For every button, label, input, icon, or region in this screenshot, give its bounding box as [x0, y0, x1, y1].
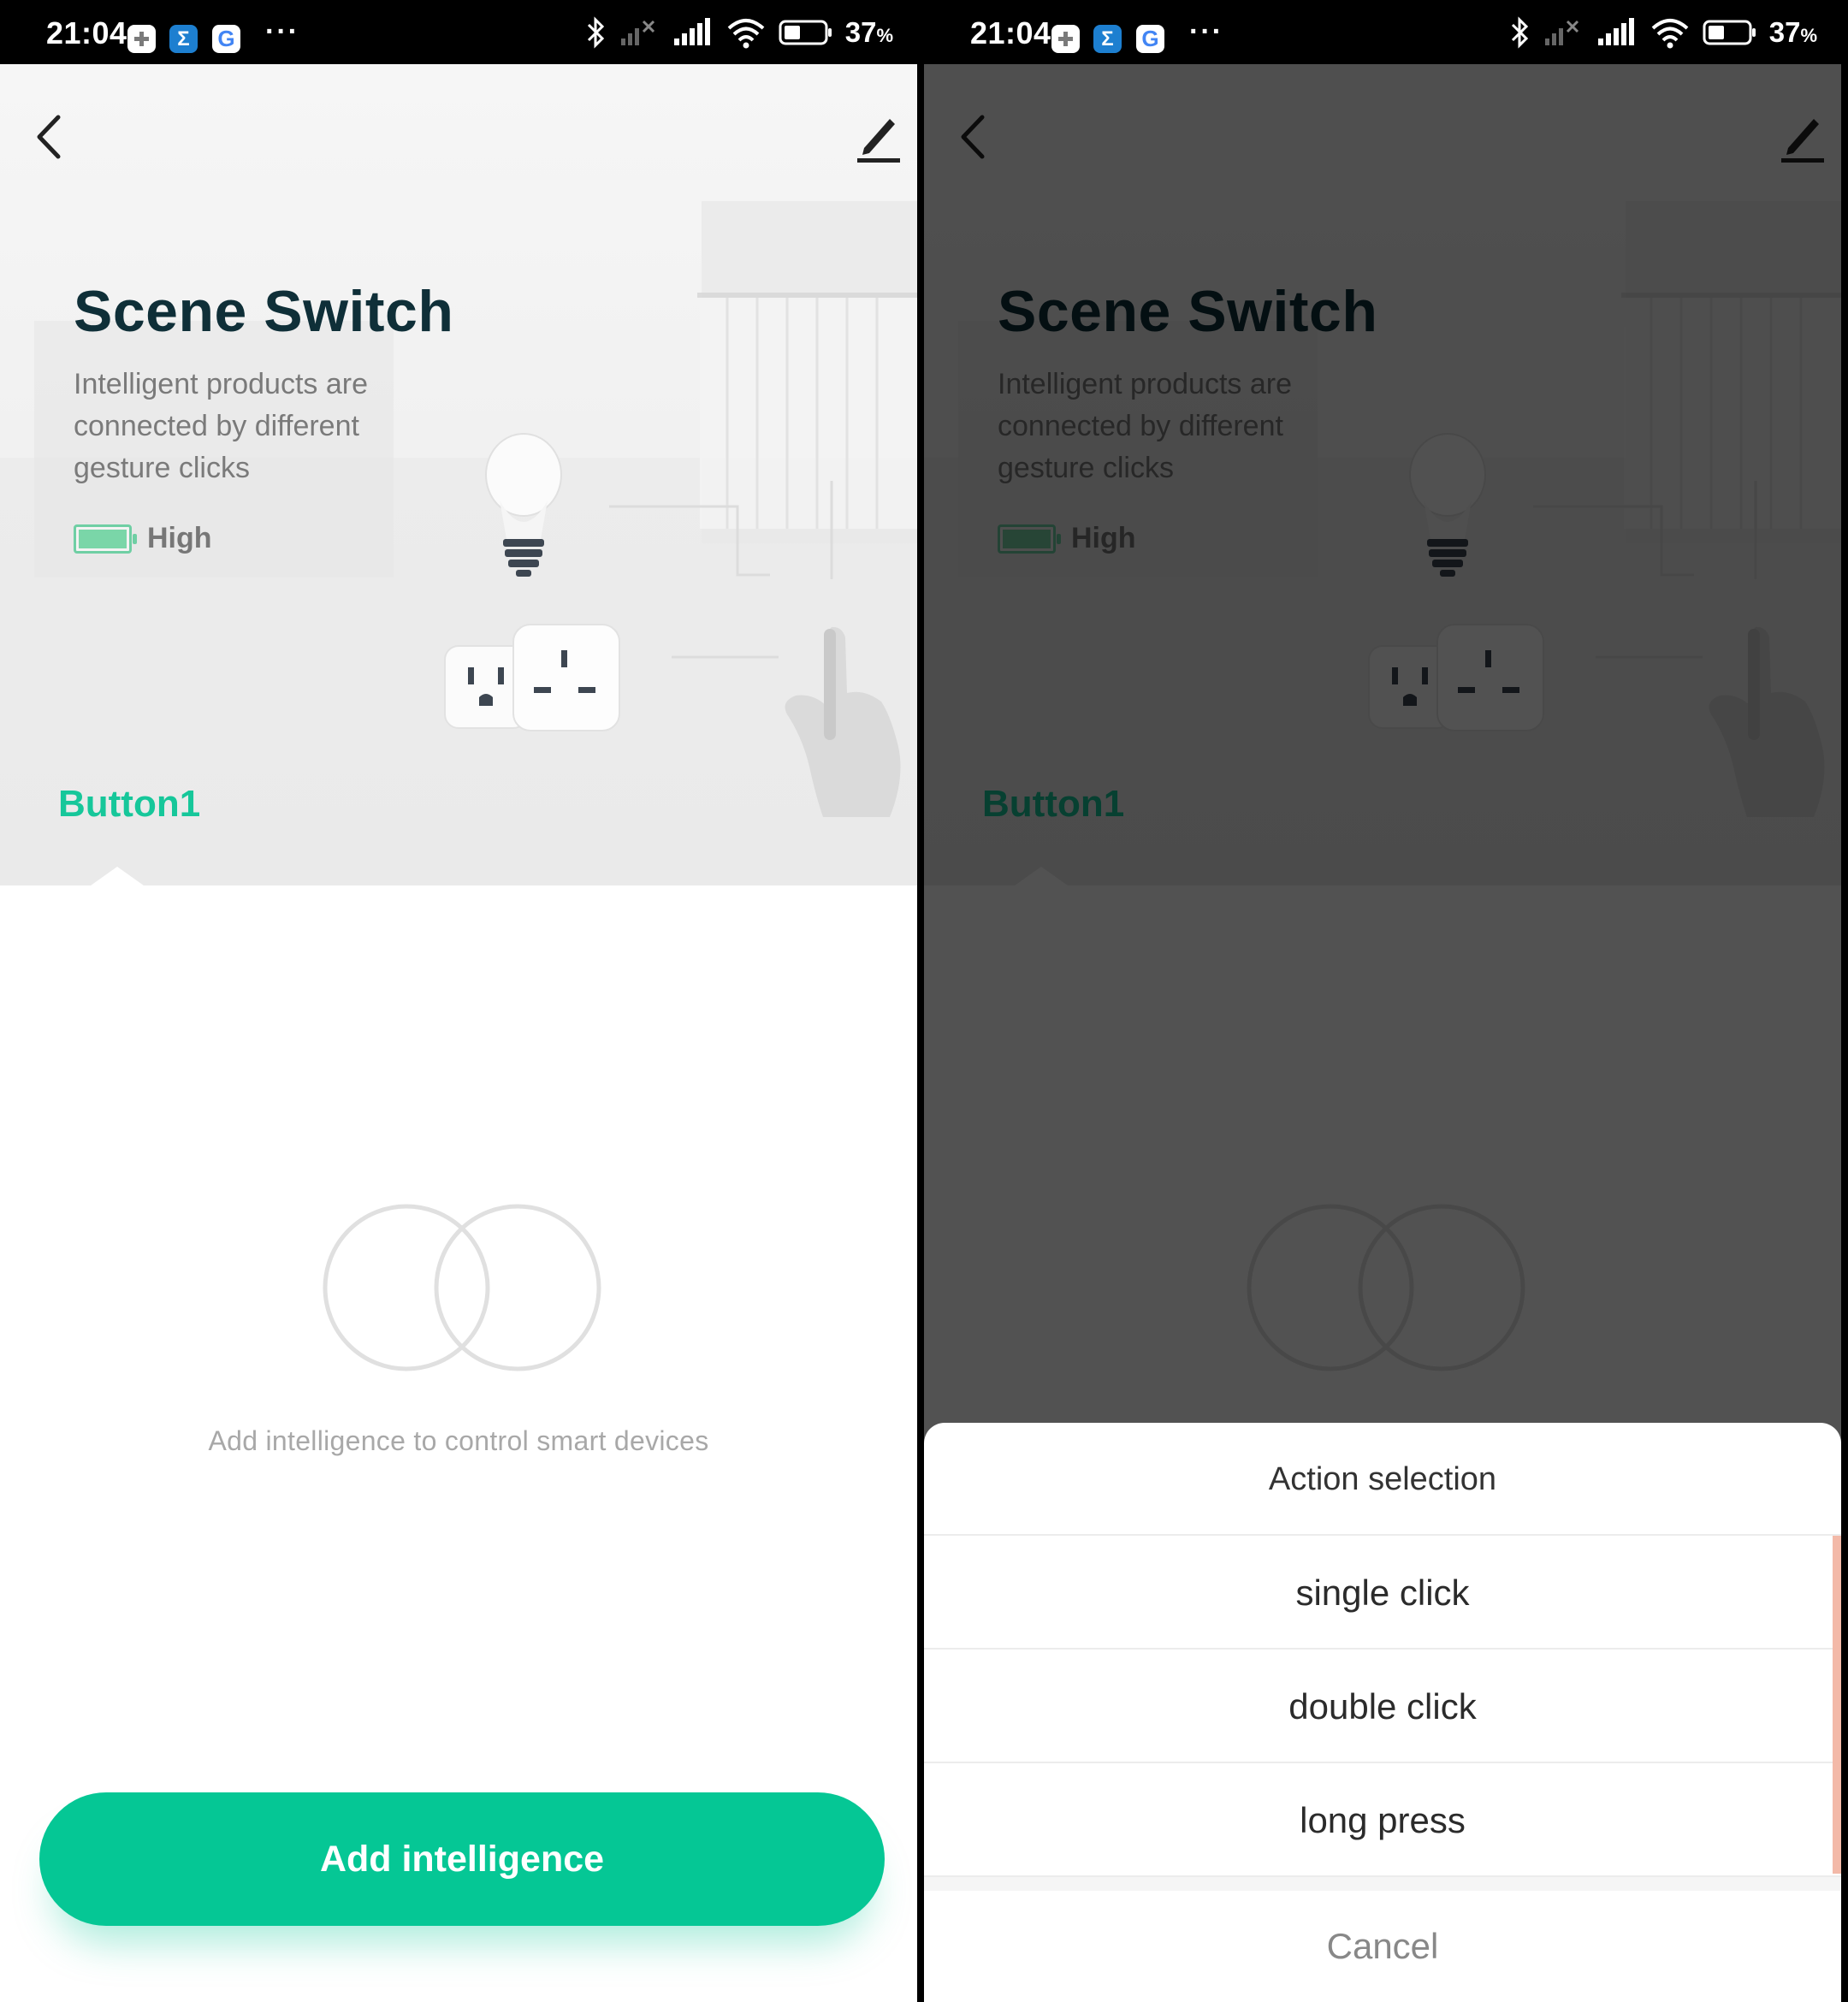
battery-status-icon — [779, 20, 832, 45]
tab-indicator — [79, 867, 156, 894]
status-bar: 21:04 Σ G ··· 37% — [924, 0, 1841, 64]
option-double-click[interactable]: double click — [924, 1650, 1841, 1763]
signal-icon-sim2 — [620, 20, 654, 45]
battery-level: High — [74, 522, 212, 555]
device-hero: Scene Switch Intelligent products are co… — [0, 64, 917, 886]
option-single-click[interactable]: single click — [924, 1536, 1841, 1650]
edit-icon — [857, 119, 900, 163]
panel-divider — [917, 0, 924, 2002]
signal-icon — [1597, 18, 1634, 45]
status-indicators: 37% — [585, 15, 893, 50]
status-time: 21:04 — [970, 15, 1051, 50]
wifi-icon — [1651, 19, 1689, 49]
empty-state-text: Add intelligence to control smart device… — [208, 1425, 709, 1456]
signal-icon — [673, 18, 710, 45]
cancel-button[interactable]: Cancel — [924, 1891, 1841, 2002]
bluetooth-icon — [587, 16, 604, 49]
battery-percent: 37% — [1768, 16, 1817, 48]
battery-icon — [74, 524, 137, 554]
back-button[interactable] — [21, 107, 80, 167]
empty-rings-icon — [323, 1204, 601, 1371]
status-bar: 21:04 Σ G ··· 37% — [0, 0, 917, 64]
device-title: Scene Switch — [74, 279, 454, 344]
sigma-app-icon: Σ — [169, 25, 198, 53]
bluetooth-icon — [1511, 16, 1528, 49]
battery-label: High — [147, 522, 212, 554]
slack-icon — [1051, 25, 1080, 53]
sheet-separator — [924, 1877, 1841, 1891]
curtain-icon — [697, 293, 917, 529]
edit-button[interactable] — [849, 107, 909, 167]
action-sheet-title: Action selection — [924, 1423, 1841, 1536]
google-icon: G — [212, 25, 240, 53]
scroll-indicator — [1833, 1536, 1841, 1874]
status-time: 21:04 — [46, 15, 127, 50]
more-notifications-icon: ··· — [265, 15, 299, 48]
screen-right: 21:04 Σ G ··· 37% Action selection singl… — [924, 0, 1841, 2002]
battery-status-icon — [1703, 20, 1756, 45]
screen-left: 21:04 Σ G ··· 37% Scene Switch Intellige… — [0, 0, 917, 2002]
status-indicators: 37% — [1509, 15, 1817, 50]
back-icon — [37, 115, 61, 159]
slack-icon — [127, 25, 156, 53]
wifi-icon — [727, 19, 765, 49]
google-icon: G — [1136, 25, 1164, 53]
action-sheet: Action selection single click double cli… — [924, 1423, 1841, 2002]
battery-percent: 37% — [844, 16, 893, 48]
option-long-press[interactable]: long press — [924, 1763, 1841, 1877]
add-intelligence-button[interactable]: Add intelligence — [39, 1792, 885, 1926]
button1-tab[interactable]: Button1 — [58, 783, 200, 826]
signal-icon-sim2 — [1544, 20, 1578, 45]
device-subtitle: Intelligent products are connected by di… — [74, 368, 368, 484]
sigma-app-icon: Σ — [1093, 25, 1122, 53]
more-notifications-icon: ··· — [1189, 15, 1223, 48]
